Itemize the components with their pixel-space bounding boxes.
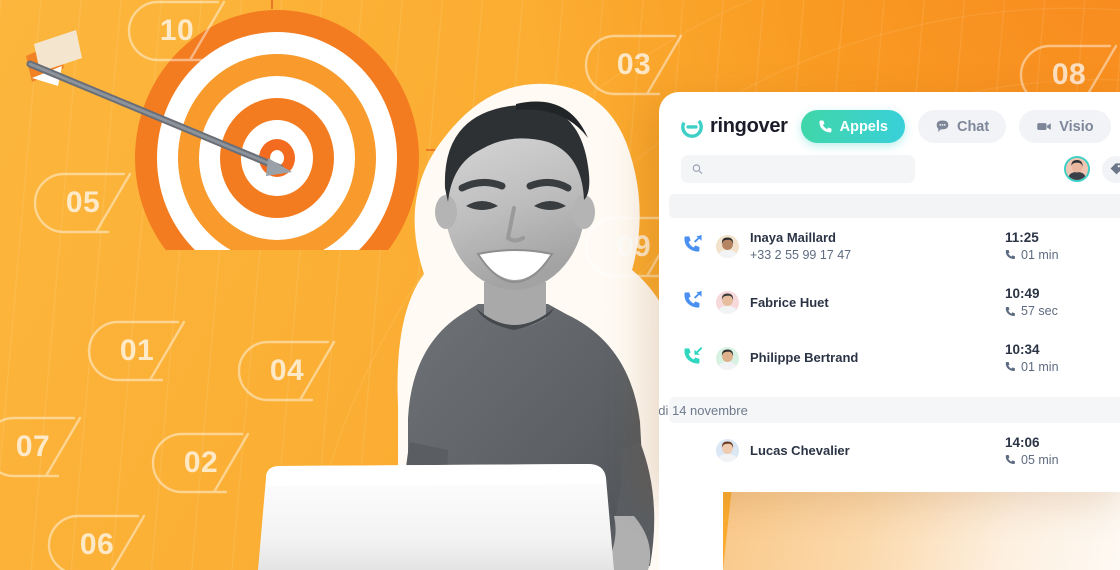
decor-badge: 07 (0, 412, 96, 482)
search-input[interactable] (710, 160, 904, 178)
chat-bubble-icon (936, 120, 949, 133)
call-meta: 14:06 05 min (1005, 434, 1120, 468)
date-divider-label: ndi 14 novembre (659, 402, 748, 418)
phone-icon (1005, 455, 1015, 465)
promo-banner: 10 03 08 05 09 01 04 (0, 0, 1120, 570)
decor-badge: 01 (87, 316, 200, 386)
user-actions (1064, 155, 1120, 183)
tab-visio-label: Visio (1059, 118, 1094, 135)
call-outgoing-icon (684, 290, 702, 308)
contact-name: Inaya Maillard (750, 230, 836, 245)
contact-info: Lucas Chevalier (750, 442, 850, 460)
tab-appels[interactable]: Appels (800, 110, 905, 143)
phone-icon (1005, 362, 1015, 372)
call-time: 14:06 (1005, 435, 1040, 451)
call-direction (683, 234, 705, 259)
contact-avatar (716, 346, 739, 370)
contact-info: Inaya Maillard +33 2 55 99 17 47 (750, 229, 851, 263)
tag-icon[interactable] (1102, 155, 1120, 183)
call-duration: 05 min (1005, 452, 1120, 468)
phone-icon (819, 120, 832, 133)
call-duration-label: 05 min (1021, 452, 1059, 467)
call-direction (683, 346, 705, 371)
call-list-item[interactable]: Philippe Bertrand 10:34 01 min (659, 330, 1120, 386)
call-list: Inaya Maillard +33 2 55 99 17 47 11:25 0… (659, 194, 1120, 492)
tab-chat-label: Chat (956, 118, 990, 135)
contact-name: Lucas Chevalier (750, 443, 850, 459)
logo-text: ringover (710, 115, 788, 137)
call-time: 11:25 (1005, 230, 1039, 246)
avatar[interactable] (1064, 156, 1090, 182)
call-list-item[interactable]: Inaya Maillard +33 2 55 99 17 47 11:25 0… (659, 218, 1120, 274)
call-duration-label: 01 min (1021, 247, 1059, 262)
call-time: 12:03 (1005, 490, 1120, 492)
call-duration: 57 sec (1005, 303, 1120, 319)
tab-visio[interactable]: Visio (1019, 110, 1111, 143)
call-list-date-divider (669, 194, 1120, 218)
app-header: ringover Appels Chat Visio (659, 92, 1120, 143)
decor-badge-label: 06 (79, 528, 115, 561)
contact-avatar (716, 290, 739, 314)
decor-badge-label: 05 (65, 186, 101, 219)
contact-info: Fabrice Huet (750, 294, 829, 312)
call-direction (683, 290, 705, 315)
phone-icon (1005, 250, 1015, 260)
phone-icon (1005, 306, 1015, 316)
ringover-circle-icon (681, 115, 703, 138)
call-list-item[interactable]: Lucas Chevalier 14:06 05 min (659, 423, 1120, 479)
panel-mask (659, 492, 723, 570)
video-camera-icon (1037, 123, 1051, 131)
call-list-item[interactable]: Fabrice Huet 10:49 57 sec (659, 274, 1120, 330)
call-duration: 01 min (1005, 247, 1120, 263)
contact-avatar (716, 234, 739, 258)
contact-avatar (716, 439, 739, 463)
call-time: 10:49 (1005, 286, 1040, 302)
decor-badge-label: 07 (15, 430, 51, 463)
smiling-man-with-laptop-photo (258, 83, 688, 570)
panel-reflection (723, 492, 1120, 570)
call-incoming-icon (684, 346, 703, 364)
decor-badge-label: 10 (159, 14, 195, 47)
contact-name: Fabrice Huet (750, 294, 829, 310)
call-meta: 10:34 01 min (1005, 341, 1120, 375)
tab-chat[interactable]: Chat (917, 110, 1007, 143)
call-meta: 10:49 57 sec (1005, 285, 1120, 319)
contact-info: Philippe Bertrand (750, 349, 858, 367)
call-meta: 12:03 13 sec (1005, 490, 1120, 492)
call-duration-label: 01 min (1021, 359, 1059, 374)
call-duration-label: 57 sec (1021, 303, 1058, 318)
call-list-date-divider: ndi 14 novembre (659, 397, 1120, 424)
call-time: 10:34 (1005, 342, 1040, 358)
search-icon (692, 164, 703, 174)
tab-appels-label: Appels (839, 118, 888, 135)
call-duration: 01 min (1005, 359, 1120, 375)
decor-badge: 05 (33, 168, 146, 238)
decor-badge: 10 (127, 0, 240, 66)
contact-name: Philippe Bertrand (750, 350, 859, 366)
search-row (659, 143, 1120, 183)
decor-badge-label: 01 (119, 334, 155, 367)
call-list-item[interactable]: Vanessa Denis 12:03 13 sec (659, 479, 1120, 492)
call-meta: 11:25 01 min (1005, 229, 1120, 263)
call-outgoing-icon (684, 234, 702, 252)
contact-phone: +33 2 55 99 17 47 (750, 247, 852, 262)
ringover-logo: ringover (681, 115, 788, 138)
ringover-app-panel: ringover Appels Chat Visio Inaya Maillar… (659, 92, 1120, 492)
decor-badge: 06 (47, 510, 160, 570)
search-field[interactable] (681, 155, 915, 183)
